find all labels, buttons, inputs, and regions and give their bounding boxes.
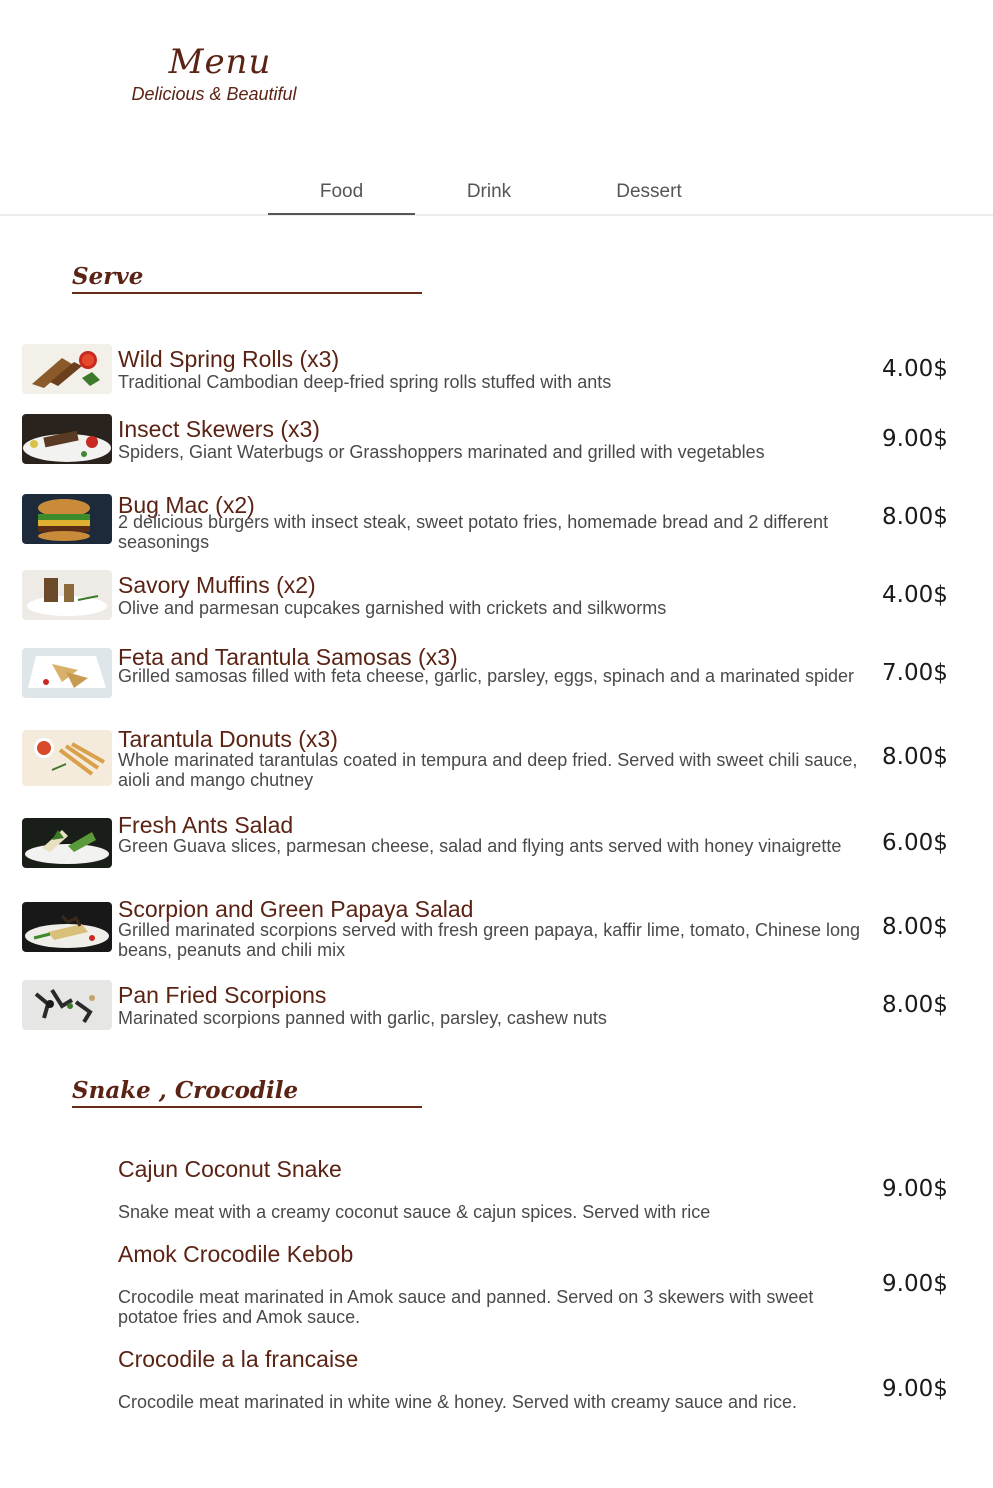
menu-item[interactable]: Bug Mac (x2) 2 delicious burgers with in… bbox=[22, 492, 962, 552]
food-photo bbox=[22, 648, 112, 698]
menu-item[interactable]: Feta and Tarantula Samosas (x3) Grilled … bbox=[22, 644, 962, 708]
item-price: 9.00$ bbox=[882, 426, 948, 452]
section-title-snake-crocodile: Snake , Crocodile bbox=[72, 1076, 422, 1108]
tab-food[interactable]: Food bbox=[268, 168, 415, 215]
item-name: Wild Spring Rolls (x3) bbox=[118, 346, 340, 372]
menu-item[interactable]: Savory Muffins (x2) Olive and parmesan c… bbox=[22, 570, 962, 624]
food-photo bbox=[22, 494, 112, 544]
item-price: 4.00$ bbox=[882, 582, 948, 608]
item-name: Savory Muffins (x2) bbox=[118, 572, 316, 598]
menu-item[interactable]: Scorpion and Green Papaya Salad Grilled … bbox=[22, 896, 962, 960]
menu-item[interactable]: Tarantula Donuts (x3) Whole marinated ta… bbox=[22, 726, 962, 790]
item-name: Fresh Ants Salad bbox=[118, 812, 294, 838]
menu-item[interactable]: Crocodile a la francaise Crocodile meat … bbox=[22, 1346, 962, 1438]
item-description: Snake meat with a creamy coconut sauce &… bbox=[118, 1202, 711, 1222]
item-name: Pan Fried Scorpions bbox=[118, 982, 327, 1008]
menu-item[interactable]: Pan Fried Scorpions Marinated scorpions … bbox=[22, 980, 962, 1034]
item-name: Scorpion and Green Papaya Salad bbox=[118, 896, 474, 922]
food-photo bbox=[22, 344, 112, 394]
item-price: 8.00$ bbox=[882, 744, 948, 770]
food-photo bbox=[22, 730, 112, 786]
item-price: 8.00$ bbox=[882, 914, 948, 940]
item-description: Crocodile meat marinated in Amok sauce a… bbox=[118, 1287, 814, 1327]
brand-logo: Menu Delicious & Beautiful bbox=[120, 40, 320, 104]
menu-tabs: Food Drink Dessert bbox=[0, 168, 993, 216]
item-description: Grilled samosas filled with feta cheese,… bbox=[118, 666, 855, 686]
item-name: Amok Crocodile Kebob bbox=[118, 1241, 354, 1267]
item-price: 8.00$ bbox=[882, 992, 948, 1018]
item-name: Insect Skewers (x3) bbox=[118, 416, 320, 442]
item-name: Tarantula Donuts (x3) bbox=[118, 726, 338, 752]
food-photo bbox=[22, 980, 112, 1030]
menu-item[interactable]: Cajun Coconut Snake Snake meat with a cr… bbox=[22, 1156, 962, 1228]
item-description: Crocodile meat marinated in white wine &… bbox=[118, 1392, 797, 1412]
menu-item[interactable]: Insect Skewers (x3) Spiders, Giant Water… bbox=[22, 414, 962, 468]
food-photo bbox=[22, 414, 112, 464]
item-description: Whole marinated tarantulas coated in tem… bbox=[118, 750, 858, 790]
item-name: Cajun Coconut Snake bbox=[118, 1156, 342, 1182]
item-description: 2 delicious burgers with insect steak, s… bbox=[118, 512, 829, 552]
item-price: 9.00$ bbox=[882, 1176, 948, 1202]
food-photo bbox=[22, 818, 112, 868]
brand-subtitle: Delicious & Beautiful bbox=[131, 84, 297, 104]
brand-title: Menu bbox=[168, 42, 272, 82]
item-description: Spiders, Giant Waterbugs or Grasshoppers… bbox=[118, 442, 765, 462]
item-price: 6.00$ bbox=[882, 830, 948, 856]
item-price: 9.00$ bbox=[882, 1271, 948, 1297]
menu-item[interactable]: Fresh Ants Salad Green Guava slices, par… bbox=[22, 812, 962, 876]
item-price: 9.00$ bbox=[882, 1376, 948, 1402]
food-photo bbox=[22, 570, 112, 620]
item-description: Olive and parmesan cupcakes garnished wi… bbox=[118, 598, 667, 618]
item-description: Grilled marinated scorpions served with … bbox=[118, 920, 861, 960]
item-description: Marinated scorpions panned with garlic, … bbox=[118, 1008, 607, 1028]
food-photo bbox=[22, 902, 112, 952]
item-description: Green Guava slices, parmesan cheese, sal… bbox=[118, 836, 842, 856]
item-name: Crocodile a la francaise bbox=[118, 1346, 359, 1372]
menu-item[interactable]: Wild Spring Rolls (x3) Traditional Cambo… bbox=[22, 344, 962, 398]
tab-drink[interactable]: Drink bbox=[420, 168, 558, 214]
item-description: Traditional Cambodian deep-fried spring … bbox=[118, 372, 612, 392]
item-price: 8.00$ bbox=[882, 504, 948, 530]
tab-dessert[interactable]: Dessert bbox=[580, 168, 718, 214]
section-title-serve: Serve bbox=[72, 262, 422, 294]
menu-item[interactable]: Amok Crocodile Kebob Crocodile meat mari… bbox=[22, 1241, 962, 1333]
item-price: 4.00$ bbox=[882, 356, 948, 382]
item-price: 7.00$ bbox=[882, 660, 948, 686]
